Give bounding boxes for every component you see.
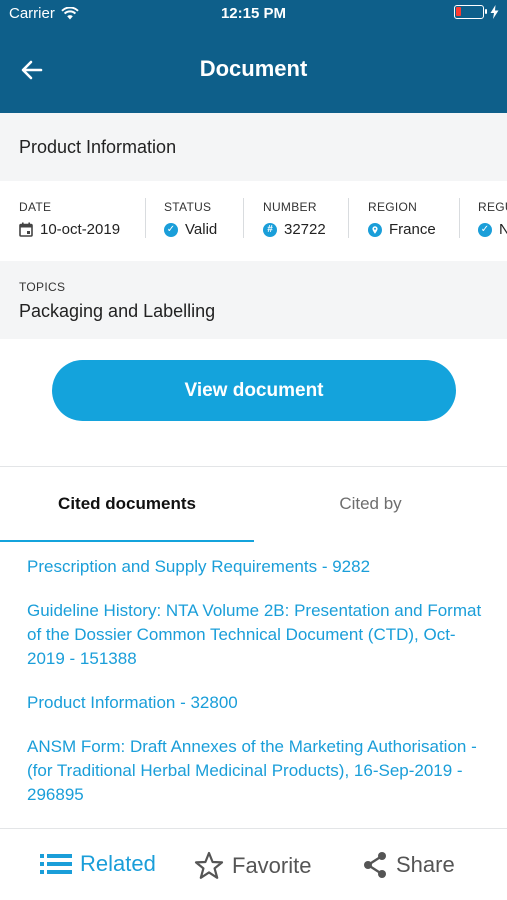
meta-number-value: 32722 [284, 221, 326, 238]
meta-divider [348, 198, 349, 238]
divider [0, 466, 507, 467]
cited-document-link[interactable]: ANSM Form: Draft Annexes of the Marketin… [27, 735, 487, 807]
charging-bolt-icon [490, 5, 499, 19]
share-icon [364, 852, 386, 878]
metadata-row[interactable]: DATE 10-oct-2019 STATUS ✓ Valid NUMBER #… [0, 181, 507, 261]
bottom-toolbar: Related Favorite Share [0, 828, 507, 900]
meta-region-label: REGION [368, 200, 418, 214]
topics-value: Packaging and Labelling [19, 301, 216, 321]
meta-regulation-value-row: ✓ N [478, 221, 507, 238]
location-pin-icon [368, 222, 382, 237]
meta-date-value-row: 10-oct-2019 [19, 221, 120, 238]
cited-document-link[interactable]: Prescription and Supply Requirements - 9… [27, 555, 487, 579]
status-right [454, 5, 499, 19]
page-title: Document [199, 56, 308, 81]
star-icon [194, 851, 224, 879]
meta-status-value-row: ✓ Valid [164, 221, 217, 238]
meta-date-value: 10-oct-2019 [40, 221, 121, 238]
related-button[interactable]: Related [40, 851, 156, 877]
status-time: 12:15 PM [220, 5, 287, 22]
calendar-icon [19, 222, 33, 237]
cited-documents-list: Prescription and Supply Requirements - 9… [27, 555, 487, 827]
favorite-button[interactable]: Favorite [194, 851, 311, 881]
battery-fill [456, 7, 461, 16]
meta-region-value: France [389, 221, 436, 238]
meta-date: DATE 10-oct-2019 [19, 200, 120, 244]
meta-number: NUMBER # 32722 [263, 200, 326, 244]
topics-section: TOPICS Packaging and Labelling [0, 261, 507, 339]
meta-divider [459, 198, 460, 238]
cited-document-link[interactable]: Product Information - 32800 [27, 691, 487, 715]
meta-region: REGION France [368, 200, 436, 244]
meta-divider [243, 198, 244, 238]
meta-divider [145, 198, 146, 238]
meta-regulation-label: REGU [478, 200, 507, 214]
meta-status: STATUS ✓ Valid [164, 200, 217, 244]
check-circle-icon: ✓ [478, 222, 492, 237]
share-label: Share [396, 852, 455, 877]
meta-number-label: NUMBER [263, 200, 317, 214]
meta-region-value-row: France [368, 221, 436, 238]
status-bar: Carrier 12:15 PM [0, 0, 507, 28]
favorite-label: Favorite [232, 853, 312, 878]
app-header: Carrier 12:15 PM Document [0, 0, 507, 113]
view-document-button[interactable]: View document [52, 360, 456, 421]
battery-icon [454, 5, 487, 19]
document-title: Product Information [19, 137, 177, 157]
related-label: Related [80, 851, 156, 876]
list-icon [40, 854, 72, 874]
share-button[interactable]: Share [362, 851, 455, 879]
hash-circle-icon: # [263, 222, 277, 237]
meta-status-value: Valid [185, 221, 218, 238]
tab-cited-documents[interactable]: Cited documents [0, 494, 254, 518]
meta-regulation: REGU ✓ N [478, 200, 507, 244]
active-tab-indicator [0, 540, 254, 542]
cited-document-link[interactable]: Guideline History: NTA Volume 2B: Presen… [27, 599, 487, 671]
topics-label: TOPICS [19, 280, 66, 294]
meta-status-label: STATUS [164, 200, 212, 214]
document-title-section: Product Information [0, 113, 507, 181]
meta-number-value-row: # 32722 [263, 221, 326, 238]
check-circle-icon: ✓ [164, 222, 178, 237]
meta-date-label: DATE [19, 200, 52, 214]
meta-regulation-value: N [499, 221, 507, 238]
tab-cited-by[interactable]: Cited by [254, 494, 487, 518]
